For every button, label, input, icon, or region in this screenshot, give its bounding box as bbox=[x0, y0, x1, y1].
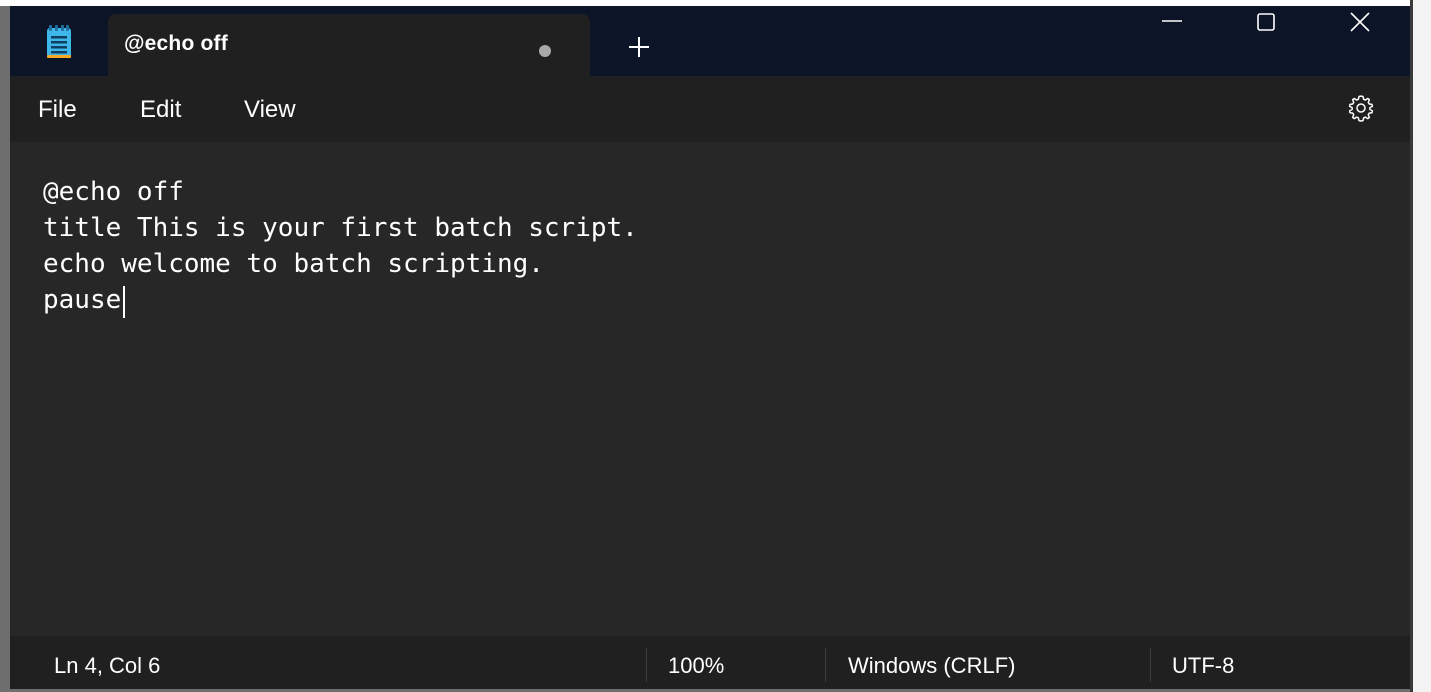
status-divider bbox=[825, 648, 826, 682]
editor-line: echo welcome to batch scripting. bbox=[43, 249, 544, 279]
status-bar: Ln 4, Col 6 100% Windows (CRLF) UTF-8 bbox=[10, 636, 1410, 689]
plus-icon bbox=[629, 37, 649, 57]
zoom-level[interactable]: 100% bbox=[668, 653, 724, 679]
settings-button[interactable] bbox=[1346, 93, 1376, 123]
maximize-button[interactable] bbox=[1228, 6, 1308, 46]
encoding[interactable]: UTF-8 bbox=[1172, 653, 1234, 679]
editor-line: @echo off bbox=[43, 177, 184, 207]
text-caret bbox=[123, 286, 125, 318]
editor-line: pause bbox=[43, 285, 122, 315]
status-divider bbox=[646, 648, 647, 682]
title-bar[interactable]: @echo off bbox=[10, 6, 1410, 76]
menu-view[interactable]: View bbox=[244, 96, 296, 124]
text-editor[interactable]: @echo off title This is your first batch… bbox=[10, 142, 1410, 636]
menu-file[interactable]: File bbox=[38, 96, 77, 124]
maximize-icon bbox=[1257, 13, 1275, 31]
close-button[interactable] bbox=[1320, 6, 1400, 46]
window-border-right bbox=[1410, 0, 1413, 692]
minimize-button[interactable] bbox=[1134, 6, 1214, 46]
notepad-window: @echo off File Edit View @echo off title… bbox=[10, 6, 1410, 689]
menu-edit[interactable]: Edit bbox=[140, 96, 181, 124]
tab-title: @echo off bbox=[124, 32, 228, 55]
close-icon bbox=[1350, 12, 1370, 32]
new-tab-button[interactable] bbox=[624, 32, 654, 62]
cursor-position[interactable]: Ln 4, Col 6 bbox=[54, 653, 160, 679]
notepad-icon bbox=[46, 25, 72, 59]
gear-icon bbox=[1348, 95, 1374, 122]
line-ending[interactable]: Windows (CRLF) bbox=[848, 653, 1015, 679]
editor-line: title This is your first batch script. bbox=[43, 213, 638, 243]
unsaved-dot-icon[interactable] bbox=[539, 45, 551, 57]
menu-bar: File Edit View bbox=[10, 76, 1410, 142]
status-divider bbox=[1150, 648, 1151, 682]
tab-active[interactable]: @echo off bbox=[108, 14, 590, 76]
minimize-icon bbox=[1162, 20, 1182, 22]
screen-edge-right bbox=[1410, 0, 1431, 692]
